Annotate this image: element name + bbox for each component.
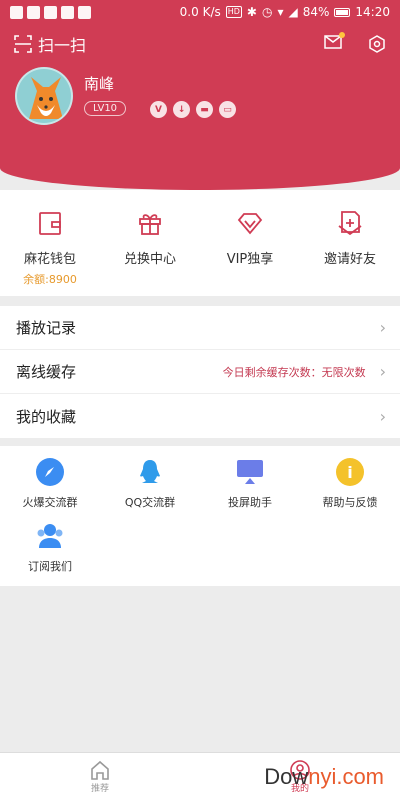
qq-icon (136, 458, 164, 486)
nav-recommend[interactable]: 推荐 (0, 753, 200, 800)
invite-friends-button[interactable]: 邀请好友 (300, 190, 400, 296)
username: 南峰 (84, 75, 115, 93)
bluetooth-icon: ✱ (246, 5, 257, 19)
vip-badge-icon[interactable]: V (150, 101, 167, 118)
subscribe-label: 订阅我们 (28, 560, 72, 573)
gift-icon (139, 214, 161, 235)
home-icon (91, 760, 109, 780)
hd-icon: HD (225, 6, 242, 18)
offline-cache-label: 离线缓存 (16, 363, 77, 381)
app-notification-icon (61, 5, 74, 19)
qq-group-button[interactable]: QQ交流群 (100, 458, 200, 510)
profile-header: 0.0 K/s HD ✱ ◷ ▾ ◢ 84% 14:20 扫一扫 南峰 LV10… (0, 0, 400, 190)
settings-icon[interactable] (368, 34, 386, 53)
help-feedback-button[interactable]: i 帮助与反馈 (300, 458, 400, 510)
chevron-right-icon: › (379, 318, 386, 337)
hot-group-button[interactable]: 火爆交流群 (0, 458, 100, 510)
quick-actions: 麻花钱包 余额:8900 兑换中心 VIP独享 邀请好友 (0, 190, 400, 296)
battery-icon (334, 7, 351, 17)
messages-button[interactable] (324, 32, 345, 53)
wallet-label: 麻花钱包 (23, 252, 76, 267)
wallet-button[interactable]: 麻花钱包 余额:8900 (0, 190, 100, 296)
favorites-row[interactable]: 我的收藏 › (0, 394, 400, 438)
vip-label: VIP独享 (226, 252, 274, 267)
app-notification-icon (78, 5, 91, 19)
card-badge-icon[interactable]: ▭ (219, 101, 236, 118)
subscribe-icon (36, 522, 64, 550)
chevron-right-icon: › (379, 362, 386, 381)
cast-icon (236, 458, 264, 486)
info-icon: i (336, 458, 364, 486)
play-history-row[interactable]: 播放记录 › (0, 306, 400, 350)
help-feedback-label: 帮助与反馈 (322, 496, 378, 509)
app-notification-icon (44, 5, 57, 19)
scan-label: 扫一扫 (38, 36, 87, 55)
menu-list: 播放记录 › 离线缓存 今日剩余缓存次数：无限次数 › 我的收藏 › (0, 306, 400, 438)
favorites-label: 我的收藏 (16, 407, 77, 426)
scan-icon (14, 35, 32, 53)
wallet-balance: 余额:8900 (23, 273, 77, 286)
scan-button[interactable]: 扫一扫 (14, 32, 86, 56)
unread-dot (339, 32, 345, 38)
download-badge-icon[interactable]: ↓ (173, 101, 190, 118)
app-notification-icon (10, 5, 23, 19)
watermark-logo: Downyi.com (264, 764, 384, 789)
nav-recommend-label: 推荐 (90, 784, 109, 794)
cast-assistant-label: 投屏助手 (228, 496, 272, 509)
level-badge: LV10 (84, 101, 127, 116)
rocket-icon (36, 458, 64, 486)
qq-group-label: QQ交流群 (124, 496, 176, 509)
invite-icon (338, 211, 362, 236)
privilege-badges: V ↓ ▬ ▭ (150, 101, 236, 118)
vip-button[interactable]: VIP独享 (200, 190, 300, 296)
cast-assistant-button[interactable]: 投屏助手 (200, 458, 300, 510)
avatar[interactable] (15, 67, 73, 125)
hot-group-label: 火爆交流群 (22, 496, 78, 509)
exchange-center-button[interactable]: 兑换中心 (100, 190, 200, 296)
diamond-icon (237, 213, 263, 235)
services-grid: 火爆交流群 QQ交流群 投屏助手 i 帮助与反馈 订阅我们 (0, 446, 400, 586)
cache-quota-note: 今日剩余缓存次数：无限次数 (222, 365, 366, 379)
battery-percent: 84% (302, 5, 330, 19)
invite-friends-label: 邀请好友 (323, 252, 376, 267)
subscribe-button[interactable]: 订阅我们 (0, 522, 100, 574)
screen-badge-icon[interactable]: ▬ (196, 101, 213, 118)
status-bar: 0.0 K/s HD ✱ ◷ ▾ ◢ 84% 14:20 (0, 0, 400, 24)
signal-icon: ◢ (288, 5, 298, 19)
exchange-center-label: 兑换中心 (123, 252, 176, 267)
offline-cache-row[interactable]: 离线缓存 今日剩余缓存次数：无限次数 › (0, 350, 400, 394)
wallet-icon (39, 212, 61, 235)
play-history-label: 播放记录 (16, 319, 77, 337)
fox-avatar-icon (29, 77, 63, 119)
notification-icons (10, 5, 91, 19)
chevron-right-icon: › (379, 406, 386, 426)
wifi-icon: ▾ (277, 5, 284, 19)
clock: 14:20 (355, 5, 390, 19)
alarm-icon: ◷ (261, 5, 273, 19)
network-speed: 0.0 K/s (179, 5, 221, 19)
app-notification-icon (27, 5, 40, 19)
